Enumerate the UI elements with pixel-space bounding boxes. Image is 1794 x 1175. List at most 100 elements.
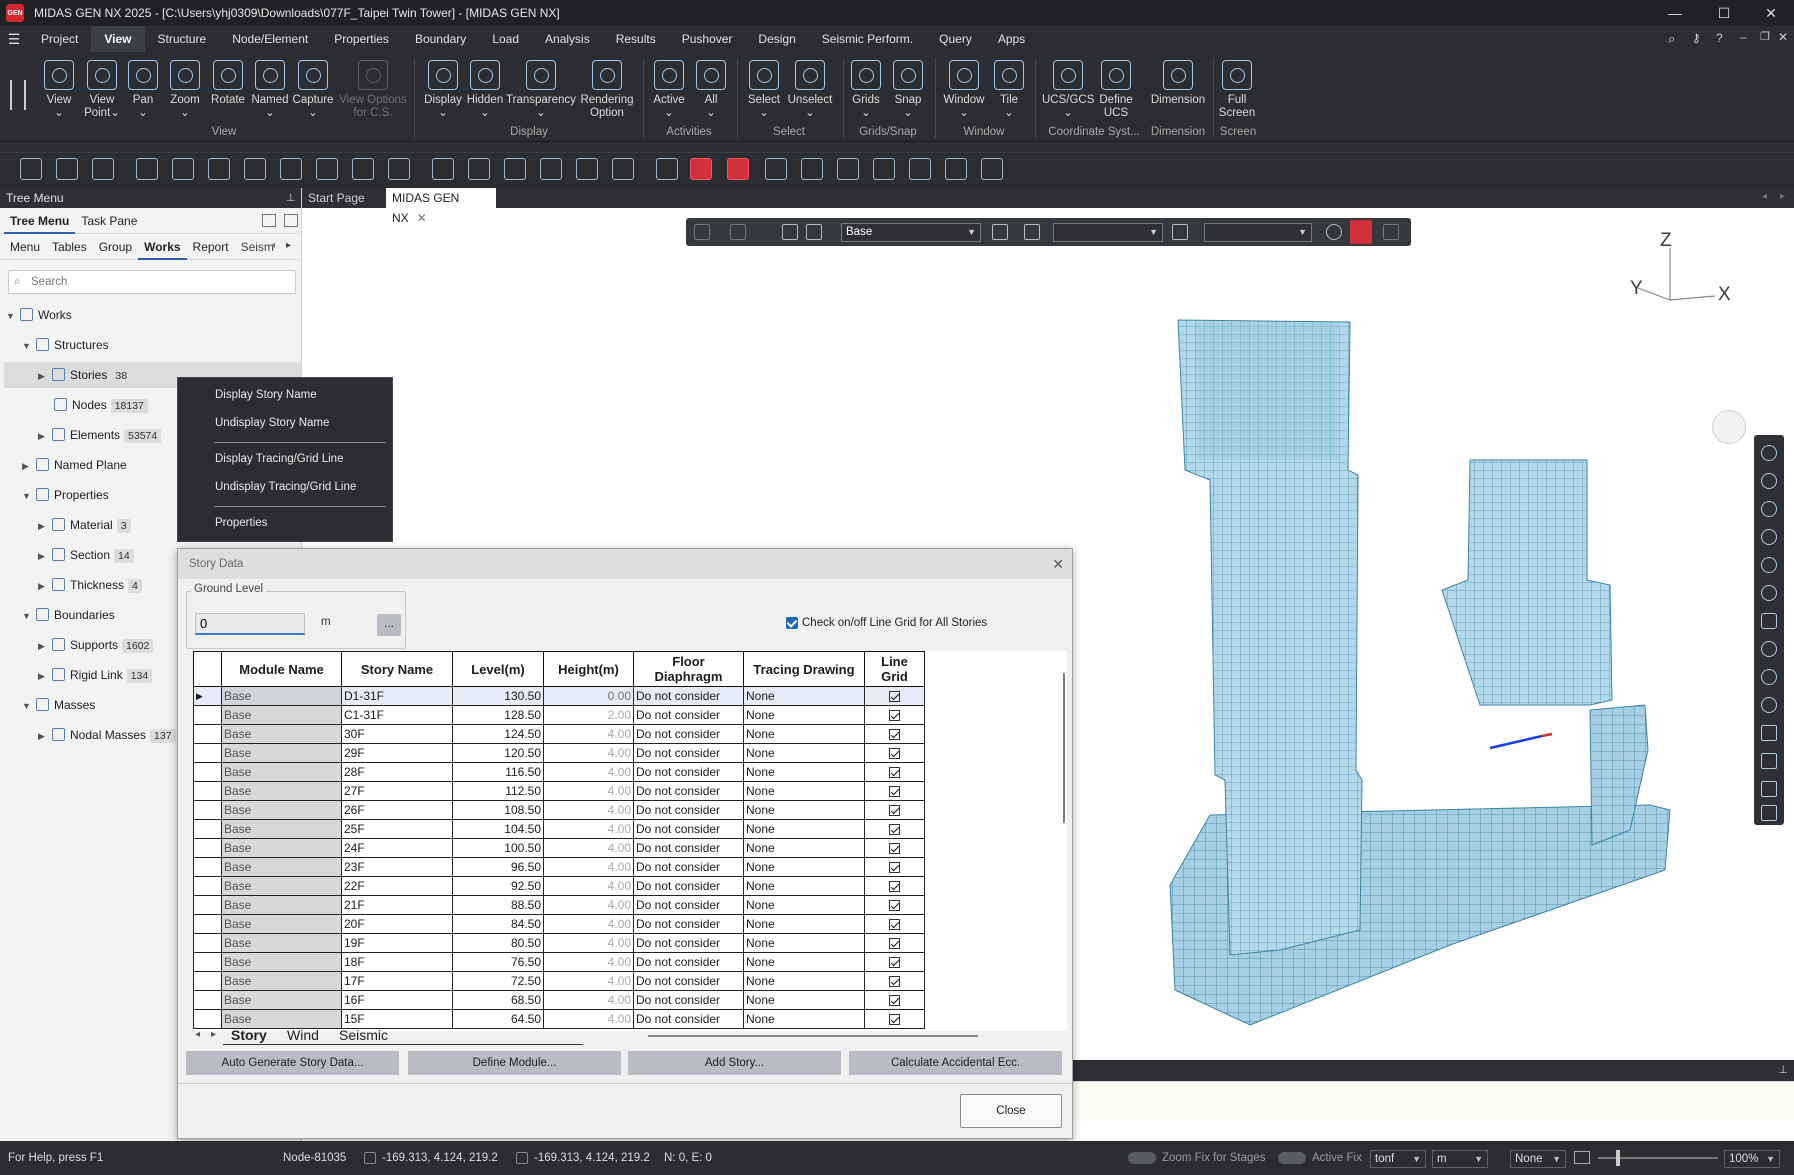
side-view-icon[interactable] xyxy=(1761,781,1777,797)
story-table-icon[interactable] xyxy=(782,224,798,240)
cell-floor-diaphragm[interactable]: Do not consider xyxy=(633,857,744,877)
checkbox-checked-icon[interactable] xyxy=(889,937,900,949)
tree-node-properties[interactable]: ▼ Properties xyxy=(22,482,109,508)
active-previous-icon[interactable] xyxy=(576,158,598,180)
cell-story-name[interactable]: 16F xyxy=(341,990,453,1010)
checkbox-checked-icon[interactable] xyxy=(889,842,900,854)
tree-node-structures[interactable]: ▼ Structures xyxy=(22,332,300,358)
tree-node-masses[interactable]: ▼ Masses xyxy=(22,692,95,718)
layout-split-icon[interactable] xyxy=(284,214,298,227)
sheet-nav-left-icon[interactable]: ◂ xyxy=(195,1029,200,1040)
table-row[interactable]: Base 16F 68.50 4.00 Do not consider None xyxy=(193,990,925,1010)
cell-height[interactable]: 4.00 xyxy=(543,857,634,877)
window-button[interactable]: Window ⌄ xyxy=(940,60,988,120)
cell-module-name[interactable]: Base xyxy=(221,990,342,1010)
tab-nav-left-icon[interactable]: ◂ xyxy=(1762,191,1767,202)
snap-element-icon[interactable] xyxy=(945,158,967,180)
cell-line-grid-checkbox[interactable] xyxy=(864,819,925,839)
tree-node-nodal-masses[interactable]: ▶ Nodal Masses 137 xyxy=(38,722,176,748)
cell-line-grid-checkbox[interactable] xyxy=(864,971,925,991)
menu-node-element[interactable]: Node/Element xyxy=(219,26,321,52)
cell-tracing-drawing[interactable]: None xyxy=(743,800,865,820)
table-row[interactable]: Base 27F 112.50 4.00 Do not consider None xyxy=(193,781,925,801)
sheet-tab-wind[interactable]: Wind xyxy=(287,1027,319,1043)
cell-level[interactable]: 84.50 xyxy=(452,914,544,934)
plane-select[interactable]: ▼ xyxy=(1053,223,1163,242)
cell-height[interactable]: 4.00 xyxy=(543,933,634,953)
zoom-previous-icon[interactable] xyxy=(1761,585,1777,601)
define-module-button[interactable]: Define Module... xyxy=(408,1051,621,1075)
cell-story-name[interactable]: 26F xyxy=(341,800,453,820)
tile-button[interactable]: Tile ⌄ xyxy=(991,60,1027,120)
cell-height[interactable]: 4.00 xyxy=(543,838,634,858)
cell-tracing-drawing[interactable]: None xyxy=(743,1009,865,1029)
cell-story-name[interactable]: D1-31F xyxy=(341,686,453,706)
checkbox-checked-icon[interactable] xyxy=(889,709,900,721)
inactivate-icon[interactable] xyxy=(468,158,490,180)
cell-story-name[interactable]: 21F xyxy=(341,895,453,915)
add-story-button[interactable]: Add Story... xyxy=(628,1051,841,1075)
menu-properties[interactable]: Properties xyxy=(321,26,402,52)
cell-module-name[interactable]: Base xyxy=(221,838,342,858)
row-header[interactable] xyxy=(193,743,222,763)
table-row[interactable]: Base 24F 100.50 4.00 Do not consider None xyxy=(193,838,925,858)
menu-seismic-perform[interactable]: Seismic Perform. xyxy=(809,26,926,52)
menu-view[interactable]: View xyxy=(91,26,145,52)
menu-apps[interactable]: Apps xyxy=(985,26,1038,52)
table-row[interactable]: ▶ Base D1-31F 130.50 0.00 Do not consider None xyxy=(193,686,925,706)
active-button[interactable]: Active ⌄ xyxy=(649,60,689,120)
tab-menu[interactable]: Menu xyxy=(4,234,46,260)
unlock-icon[interactable] xyxy=(1383,224,1399,240)
cell-story-name[interactable]: 17F xyxy=(341,971,453,991)
cell-level[interactable]: 80.50 xyxy=(452,933,544,953)
select-window-icon[interactable] xyxy=(136,158,158,180)
checkbox-checked-icon[interactable] xyxy=(889,804,900,816)
cell-story-name[interactable]: 30F xyxy=(341,724,453,744)
select-intersect-icon[interactable] xyxy=(208,158,230,180)
row-header[interactable] xyxy=(193,762,222,782)
tree-node-elements[interactable]: ▶ Elements 53574 xyxy=(38,422,162,448)
cell-tracing-drawing[interactable]: None xyxy=(743,895,865,915)
zoom-slider-handle[interactable] xyxy=(1616,1150,1620,1166)
menu-analysis[interactable]: Analysis xyxy=(532,26,603,52)
menu-structure[interactable]: Structure xyxy=(145,26,220,52)
cell-line-grid-checkbox[interactable] xyxy=(864,952,925,972)
tree-node-thickness[interactable]: ▶ Thickness 4 xyxy=(38,572,142,598)
ctx-undisplay-story-name[interactable]: Undisplay Story Name xyxy=(215,409,329,437)
row-header[interactable] xyxy=(193,819,222,839)
row-header[interactable] xyxy=(193,838,222,858)
table-row[interactable]: Base 18F 76.50 4.00 Do not consider None xyxy=(193,952,925,972)
cell-story-name[interactable]: 24F xyxy=(341,838,453,858)
cell-tracing-drawing[interactable]: None xyxy=(743,971,865,991)
tab-tables[interactable]: Tables xyxy=(46,234,93,260)
cell-level[interactable]: 68.50 xyxy=(452,990,544,1010)
zoom-dynamic-icon[interactable] xyxy=(1761,557,1777,573)
cell-floor-diaphragm[interactable]: Do not consider xyxy=(633,724,744,744)
cell-story-name[interactable]: 15F xyxy=(341,1009,453,1029)
menu-design[interactable]: Design xyxy=(745,26,808,52)
tab-start-page[interactable]: Start Page xyxy=(302,188,371,208)
tab-task-pane[interactable]: Task Pane xyxy=(75,208,143,234)
tree-node-rigid-link[interactable]: ▶ Rigid Link 134 xyxy=(38,662,153,688)
menu-boundary[interactable]: Boundary xyxy=(402,26,479,52)
maximize-button[interactable]: ☐ xyxy=(1701,0,1747,26)
snap-button[interactable]: Snap ⌄ xyxy=(889,60,927,120)
cell-line-grid-checkbox[interactable] xyxy=(864,838,925,858)
checkbox-checked-icon[interactable] xyxy=(889,899,900,911)
checkbox-checked-icon[interactable] xyxy=(889,690,900,702)
front-view-icon[interactable] xyxy=(1761,725,1777,741)
all-button[interactable]: All ⌄ xyxy=(692,60,730,120)
cell-level[interactable]: 112.50 xyxy=(452,781,544,801)
cell-module-name[interactable]: Base xyxy=(221,686,342,706)
cell-module-name[interactable]: Base xyxy=(221,933,342,953)
message-window[interactable] xyxy=(1073,1081,1794,1121)
cell-line-grid-checkbox[interactable] xyxy=(864,724,925,744)
table-row[interactable]: Base 19F 80.50 4.00 Do not consider None xyxy=(193,933,925,953)
cell-line-grid-checkbox[interactable] xyxy=(864,743,925,763)
cell-line-grid-checkbox[interactable] xyxy=(864,914,925,934)
tab-works[interactable]: Works xyxy=(138,234,187,260)
cell-tracing-drawing[interactable]: None xyxy=(743,762,865,782)
col-tracing-drawing[interactable]: Tracing Drawing xyxy=(743,651,865,687)
table-row[interactable]: Base 25F 104.50 4.00 Do not consider None xyxy=(193,819,925,839)
cell-level[interactable]: 128.50 xyxy=(452,705,544,725)
